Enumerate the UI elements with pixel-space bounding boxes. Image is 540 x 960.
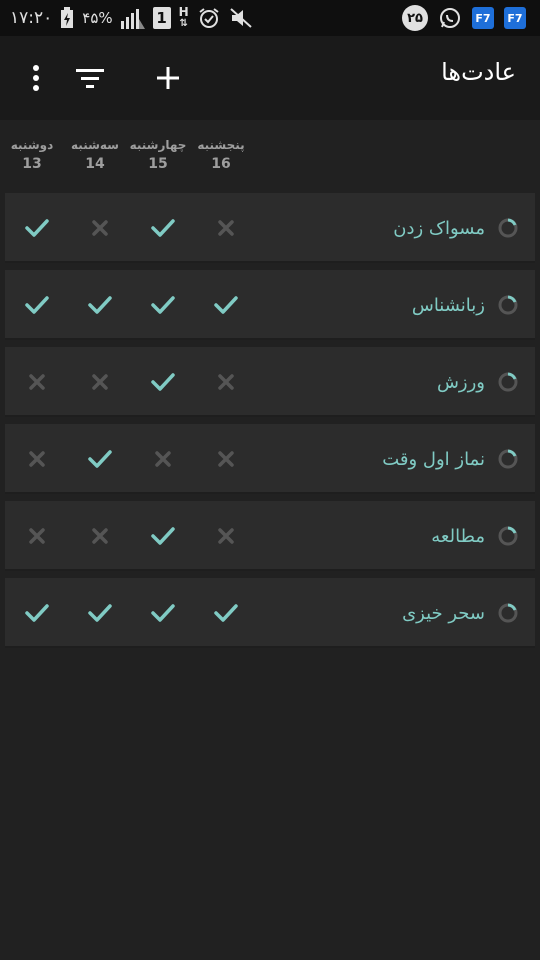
overflow-menu-icon[interactable] — [16, 58, 56, 98]
habit-progress-icon — [497, 448, 519, 470]
cross-icon[interactable] — [214, 524, 238, 548]
cross-icon[interactable] — [25, 370, 49, 394]
status-bar: ۱۷:۲۰ ۴۵% 1 H ⇅ ۲۵ F7 F7 — [0, 0, 540, 36]
whatsapp-icon — [438, 6, 462, 30]
check-icon[interactable] — [151, 370, 175, 394]
habit-row[interactable]: سحر خیزی — [5, 578, 535, 648]
day-column: دوشنبه 13 — [10, 138, 54, 172]
check-icon[interactable] — [214, 601, 238, 625]
habit-name[interactable]: نماز اول وقت — [382, 424, 485, 494]
habit-progress-icon — [497, 217, 519, 239]
check-icon[interactable] — [25, 601, 49, 625]
habit-progress-icon — [497, 602, 519, 624]
clock: ۱۷:۲۰ — [10, 8, 53, 28]
notification-badge: ۲۵ — [402, 5, 428, 31]
cross-icon[interactable] — [25, 447, 49, 471]
habit-row[interactable]: مطالعه — [5, 501, 535, 571]
habit-progress-icon — [497, 294, 519, 316]
habit-progress-icon — [497, 371, 519, 393]
network-h-icon: H ⇅ — [178, 5, 189, 29]
cross-icon[interactable] — [214, 370, 238, 394]
check-icon[interactable] — [151, 524, 175, 548]
battery-percent: ۴۵% — [82, 9, 113, 27]
app-icon: F7 — [504, 7, 526, 29]
habit-name[interactable]: سحر خیزی — [402, 578, 485, 648]
signal-icon — [120, 7, 145, 29]
cross-icon[interactable] — [88, 216, 112, 240]
habit-name[interactable]: مطالعه — [431, 501, 485, 571]
check-icon[interactable] — [25, 293, 49, 317]
habit-name[interactable]: زبانشناس — [412, 270, 485, 340]
habit-row[interactable]: ورزش — [5, 347, 535, 417]
check-icon[interactable] — [151, 216, 175, 240]
check-icon[interactable] — [88, 601, 112, 625]
battery-charging-icon — [60, 7, 74, 29]
cross-icon[interactable] — [214, 216, 238, 240]
habit-row[interactable]: زبانشناس — [5, 270, 535, 340]
check-icon[interactable] — [151, 293, 175, 317]
cross-icon[interactable] — [88, 370, 112, 394]
page-title: عادت‌ها — [441, 58, 516, 86]
cross-icon[interactable] — [151, 447, 175, 471]
app-icon: F7 — [472, 7, 494, 29]
check-icon[interactable] — [25, 216, 49, 240]
alarm-icon — [197, 6, 221, 30]
habit-name[interactable]: ورزش — [437, 347, 485, 417]
days-header: پنجشنبه 16 چهارشنبه 15 سه‌شنبه 14 دوشنبه… — [0, 120, 540, 192]
habit-progress-icon — [497, 525, 519, 547]
day-column: چهارشنبه 15 — [129, 138, 187, 172]
check-icon[interactable] — [214, 293, 238, 317]
habit-row[interactable]: مسواک زدن — [5, 193, 535, 263]
mute-icon — [229, 7, 253, 29]
add-icon[interactable] — [148, 58, 188, 98]
app-bar: عادت‌ها — [0, 36, 540, 120]
cross-icon[interactable] — [88, 524, 112, 548]
check-icon[interactable] — [88, 293, 112, 317]
check-icon[interactable] — [88, 447, 112, 471]
cross-icon[interactable] — [25, 524, 49, 548]
filter-icon[interactable] — [70, 58, 110, 98]
day-column: سه‌شنبه 14 — [71, 138, 119, 172]
habit-name[interactable]: مسواک زدن — [393, 193, 485, 263]
sim-icon: 1 — [152, 7, 171, 29]
day-column: پنجشنبه 16 — [197, 138, 245, 172]
habit-row[interactable]: نماز اول وقت — [5, 424, 535, 494]
check-icon[interactable] — [151, 601, 175, 625]
cross-icon[interactable] — [214, 447, 238, 471]
